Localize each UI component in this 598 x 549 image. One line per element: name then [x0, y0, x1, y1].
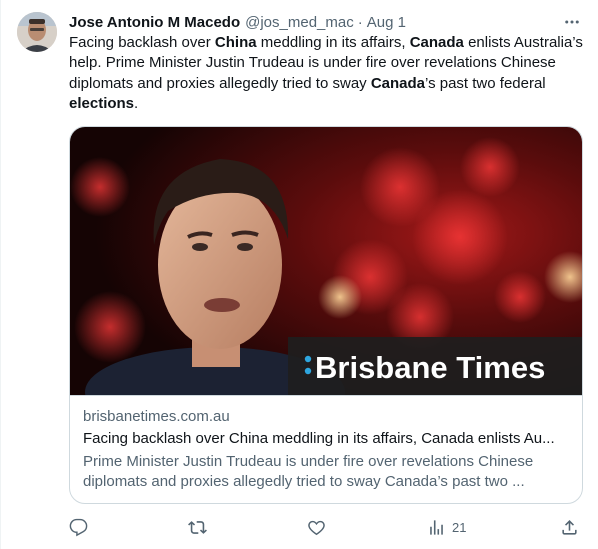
- card-title: Facing backlash over China meddling in i…: [83, 430, 555, 447]
- views-button[interactable]: 21: [427, 515, 466, 539]
- tweet-text-bold: Canada: [409, 34, 464, 51]
- separator: ·: [357, 13, 363, 31]
- avatar[interactable]: [17, 12, 57, 52]
- timeline-divider: [0, 0, 1, 549]
- tweet-header: Jose Antonio M Macedo @jos_med_mac · Aug…: [69, 12, 406, 32]
- reply-button[interactable]: [69, 515, 88, 539]
- retweet-icon: [188, 520, 207, 534]
- link-card[interactable]: Brisbane Times brisbanetimes.com.au Faci…: [69, 126, 583, 504]
- retweet-button[interactable]: [188, 515, 207, 539]
- views-icon: [430, 519, 443, 535]
- tweet-text-segment: .: [134, 94, 139, 112]
- tweet-text-segment: meddling in its affairs,: [256, 34, 410, 51]
- card-description: Prime Minister Justin Trudeau is under f…: [83, 453, 534, 490]
- tweet-text-bold: elections: [69, 94, 135, 112]
- tweet-actions: 21: [69, 515, 584, 539]
- author-name[interactable]: Jose Antonio M Macedo: [69, 14, 240, 31]
- card-image[interactable]: Brisbane Times: [70, 127, 582, 395]
- tweet-text-segment: ’s past two federal: [425, 74, 546, 92]
- tweet-text-segment: Facing backlash over: [69, 34, 215, 51]
- more-options-button[interactable]: [562, 12, 582, 32]
- share-button[interactable]: [560, 515, 579, 539]
- tweet[interactable]: Jose Antonio M Macedo @jos_med_mac · Aug…: [0, 0, 598, 549]
- author-handle[interactable]: @jos_med_mac: [245, 14, 354, 31]
- card-image-brand: Brisbane Times: [315, 350, 545, 385]
- card-info[interactable]: brisbanetimes.com.au Facing backlash ove…: [70, 395, 582, 503]
- like-button[interactable]: [307, 515, 326, 539]
- tweet-date[interactable]: Aug 1: [367, 14, 406, 31]
- tweet-text-bold: Canada: [370, 74, 426, 92]
- views-count: 21: [452, 519, 467, 535]
- more-icon: [565, 20, 579, 24]
- tweet-text-bold: China: [214, 34, 257, 51]
- share-icon: [562, 519, 577, 535]
- like-icon: [308, 520, 325, 535]
- tweet-text: Facing backlash over China meddling in i…: [69, 33, 584, 114]
- reply-icon: [69, 518, 88, 536]
- card-domain: brisbanetimes.com.au: [83, 408, 230, 425]
